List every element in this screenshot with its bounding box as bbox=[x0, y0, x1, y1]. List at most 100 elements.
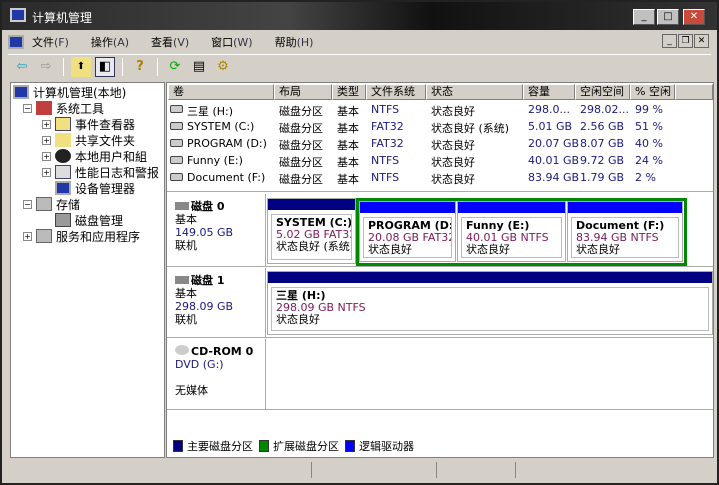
cell-空闲空间: 1.79 GB bbox=[580, 171, 625, 184]
column-header-volume[interactable]: 卷 bbox=[168, 84, 274, 100]
tree-item-event-viewer[interactable]: + 事件查看器 bbox=[42, 116, 135, 132]
cell-布局: 磁盘分区 bbox=[279, 122, 323, 135]
maximize-button[interactable]: □ bbox=[657, 9, 679, 25]
cell-类型: 基本 bbox=[337, 173, 359, 186]
expand-icon[interactable]: + bbox=[42, 119, 51, 129]
cell-卷: Document (F:) bbox=[187, 171, 266, 184]
collapse-icon[interactable]: − bbox=[23, 103, 32, 113]
cell-状态: 状态良好 bbox=[431, 156, 475, 169]
show-hide-tree-icon[interactable]: ◧ bbox=[95, 56, 115, 77]
cell-状态: 状态良好 bbox=[431, 105, 475, 118]
cell-卷: 三星 (H:) bbox=[187, 105, 234, 118]
mdi-minimize-button[interactable]: _ bbox=[662, 34, 677, 48]
partition-system-c[interactable]: SYSTEM (C:) 5.02 GB FAT32 状态良好 (系统) bbox=[267, 198, 356, 264]
details-pane: 卷 布局 类型 文件系统 状态 容量 空闲空间 % 空闲 三星 (H:) 磁盘分区… bbox=[166, 82, 714, 458]
column-header-layout[interactable]: 布局 bbox=[274, 84, 332, 100]
menu-bar: 文件(F) 操作(A) 查看(V) 窗口(W) 帮助(H) bbox=[8, 32, 711, 52]
cell-卷: Funny (E:) bbox=[187, 154, 243, 167]
volume-icon bbox=[170, 156, 183, 164]
cell-状态: 状态良好 bbox=[431, 139, 475, 152]
partition-program-d[interactable]: PROGRAM (D:) 20.08 GB FAT32 状态良好 bbox=[359, 201, 456, 262]
tree-item-computer-management[interactable]: 计算机管理(本地) bbox=[13, 84, 126, 100]
tree-item-shared-folders[interactable]: + 共享文件夹 bbox=[42, 132, 135, 148]
column-header-status[interactable]: 状态 bbox=[426, 84, 523, 100]
legend-extended: 扩展磁盘分区 bbox=[273, 440, 339, 453]
cell-容量: 5.01 GB bbox=[528, 120, 573, 133]
cell-文件系统: FAT32 bbox=[371, 120, 404, 133]
collapse-icon[interactable]: − bbox=[23, 199, 32, 209]
expand-icon[interactable]: + bbox=[42, 135, 51, 145]
hard-disk-icon bbox=[175, 202, 189, 210]
disk-management-icon bbox=[55, 213, 71, 227]
cell-卷: SYSTEM (C:) bbox=[187, 120, 255, 133]
settings-icon[interactable]: ⚙ bbox=[213, 57, 233, 77]
menu-view[interactable]: 查看(V) bbox=[151, 34, 189, 50]
cell-类型: 基本 bbox=[337, 139, 359, 152]
mdi-restore-button[interactable]: ❐ bbox=[678, 34, 693, 48]
volume-icon bbox=[170, 105, 183, 113]
legend-swatch-logical bbox=[345, 440, 355, 452]
menu-file[interactable]: 文件(F) bbox=[32, 34, 69, 50]
window-title: 计算机管理 bbox=[32, 11, 93, 25]
cell-类型: 基本 bbox=[337, 105, 359, 118]
title-bar: 计算机管理 _ □ ✕ bbox=[2, 2, 717, 30]
expand-icon[interactable]: + bbox=[42, 151, 51, 161]
disk-1-row[interactable]: 磁盘 1 基本 298.09 GB 联机 三星 (H:) 298.09 GB NTFS 状… bbox=[167, 268, 713, 338]
partition-document-f[interactable]: Document (F:) 83.94 GB NTFS 状态良好 bbox=[567, 201, 683, 262]
volume-icon bbox=[170, 122, 183, 130]
volume-row[interactable]: 三星 (H:) 磁盘分区 基本 NTFS 状态良好 298.0... 298.02... 99… bbox=[167, 101, 713, 118]
menu-help[interactable]: 帮助(H) bbox=[275, 34, 314, 50]
forward-arrow-icon[interactable]: ⇨ bbox=[36, 57, 56, 77]
partition-samsung-h[interactable]: 三星 (H:) 298.09 GB NTFS 状态良好 bbox=[267, 271, 713, 335]
tree-item-system-tools[interactable]: − 系统工具 bbox=[23, 100, 104, 116]
column-header-type[interactable]: 类型 bbox=[332, 84, 366, 100]
expand-icon[interactable]: + bbox=[23, 231, 32, 241]
help-icon[interactable]: ? bbox=[130, 57, 150, 77]
tree-item-storage[interactable]: − 存储 bbox=[23, 196, 80, 212]
tree-item-services-apps[interactable]: + 服务和应用程序 bbox=[23, 228, 140, 244]
volume-icon bbox=[170, 139, 183, 147]
volume-row[interactable]: Document (F:) 磁盘分区 基本 NTFS 状态良好 83.94 GB 1.79 … bbox=[167, 169, 713, 186]
users-icon bbox=[55, 149, 71, 163]
disk-0-row[interactable]: 磁盘 0 基本 149.05 GB 联机 SYSTEM (C:) 5.02 GB FAT… bbox=[167, 194, 713, 267]
menu-action[interactable]: 操作(A) bbox=[91, 34, 129, 50]
column-header-percent-free[interactable]: % 空闲 bbox=[630, 84, 675, 100]
partition-funny-e[interactable]: Funny (E:) 40.01 GB NTFS 状态良好 bbox=[457, 201, 566, 262]
legend-logical: 逻辑驱动器 bbox=[359, 440, 414, 453]
cell-布局: 磁盘分区 bbox=[279, 156, 323, 169]
tree-item-device-manager[interactable]: 设备管理器 bbox=[55, 180, 135, 196]
volume-row[interactable]: PROGRAM (D:) 磁盘分区 基本 FAT32 状态良好 20.07 GB 8.07 … bbox=[167, 135, 713, 152]
menu-window[interactable]: 窗口(W) bbox=[211, 34, 252, 50]
tree-item-performance-logs[interactable]: + 性能日志和警报 bbox=[42, 164, 159, 180]
cell-类型: 基本 bbox=[337, 156, 359, 169]
console-tree: 计算机管理(本地) − 系统工具 + 事件查看器 + 共享文件夹 + 本地用户和組 + 性… bbox=[10, 82, 165, 458]
expand-icon[interactable]: + bbox=[42, 167, 51, 177]
mdi-close-button[interactable]: ✕ bbox=[694, 34, 709, 48]
column-header-free-space[interactable]: 空闲空间 bbox=[575, 84, 630, 100]
volume-row[interactable]: SYSTEM (C:) 磁盘分区 基本 FAT32 状态良好 (系统) 5.01 GB 2.… bbox=[167, 118, 713, 135]
tree-item-local-users[interactable]: + 本地用户和組 bbox=[42, 148, 147, 164]
column-header-capacity[interactable]: 容量 bbox=[523, 84, 575, 100]
back-arrow-icon[interactable]: ⇦ bbox=[12, 57, 32, 77]
column-header-filesystem[interactable]: 文件系统 bbox=[366, 84, 426, 100]
volume-icon bbox=[170, 173, 183, 181]
computer-management-icon bbox=[10, 8, 26, 22]
cell-容量: 83.94 GB bbox=[528, 171, 580, 184]
cell-文件系统: NTFS bbox=[371, 103, 400, 116]
cell-状态: 状态良好 (系统) bbox=[431, 122, 510, 135]
minimize-button[interactable]: _ bbox=[633, 9, 655, 25]
disk-map: 磁盘 0 基本 149.05 GB 联机 SYSTEM (C:) 5.02 GB FAT… bbox=[167, 191, 713, 410]
up-folder-icon[interactable]: ⬆ bbox=[71, 56, 91, 77]
legend-swatch-extended bbox=[259, 440, 269, 452]
cell-布局: 磁盘分区 bbox=[279, 105, 323, 118]
refresh-icon[interactable]: ⟳ bbox=[165, 57, 185, 77]
window: 计算机管理 _ □ ✕ 文件(F) 操作(A) 查看(V) 窗口(W) 帮助(H… bbox=[0, 0, 719, 485]
cdrom-0-row[interactable]: CD-ROM 0 DVD (G:) 无媒体 bbox=[167, 339, 713, 410]
close-button[interactable]: ✕ bbox=[683, 9, 705, 25]
cell-文件系统: FAT32 bbox=[371, 137, 404, 150]
volume-row[interactable]: Funny (E:) 磁盘分区 基本 NTFS 状态良好 40.01 GB 9.72 GB 2… bbox=[167, 152, 713, 169]
properties-icon[interactable]: ▤ bbox=[189, 57, 209, 77]
storage-icon bbox=[36, 197, 52, 211]
tree-item-disk-management[interactable]: 磁盘管理 bbox=[55, 212, 123, 228]
legend-primary: 主要磁盘分区 bbox=[187, 440, 253, 453]
